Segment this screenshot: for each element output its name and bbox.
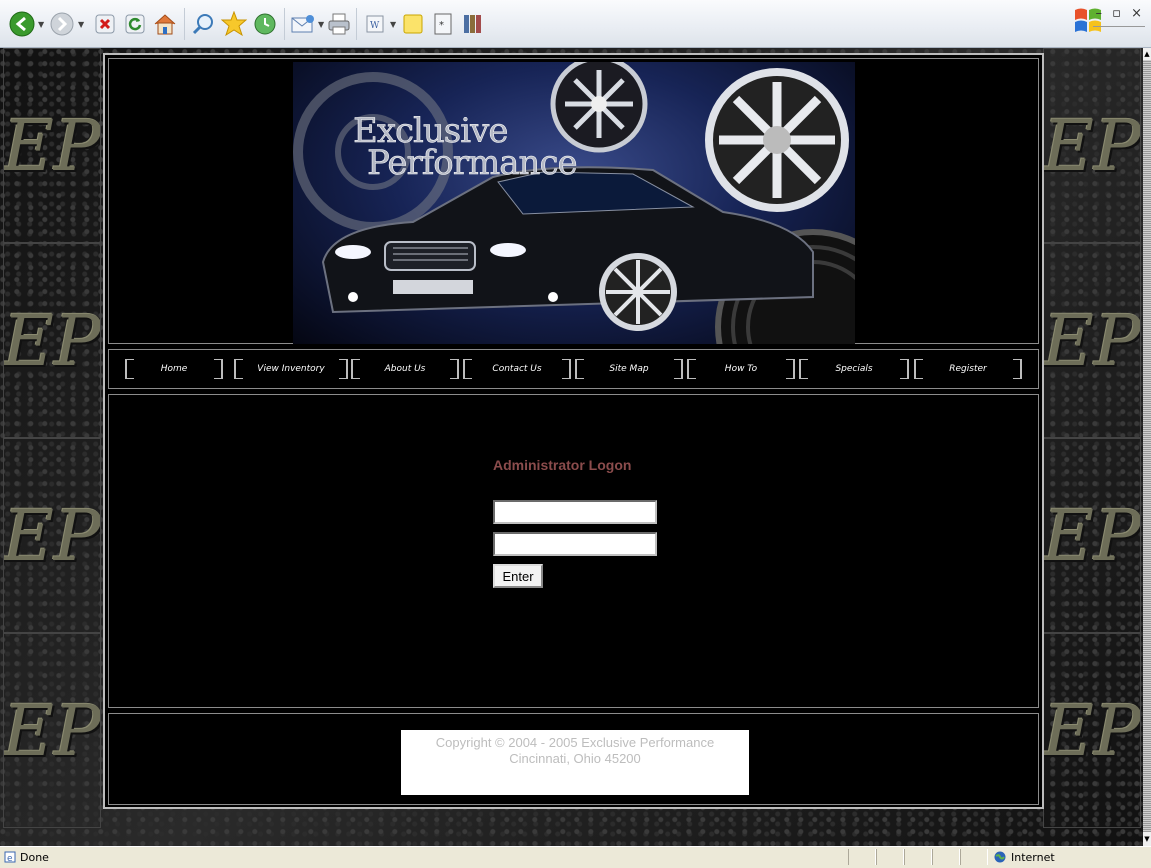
window-controls[interactable]: – ▫ × (1096, 6, 1145, 21)
stop-button[interactable] (92, 10, 118, 38)
status-pane (960, 849, 988, 865)
ie-toolbar: ▼ ▼ ▼ W ▼ * – ▫ × (0, 0, 1151, 48)
banner-image: Exclusive Performance (293, 62, 855, 344)
nav-how-to-label: How To (724, 364, 758, 374)
footer-panel: Copyright © 2004 - 2005 Exclusive Perfor… (108, 713, 1039, 805)
nav-about-us[interactable]: About Us (351, 359, 459, 379)
search-button[interactable] (190, 10, 216, 38)
page-viewport: EP EP EP EP EP EP EP EP Exclusive Perfor… (0, 48, 1143, 846)
favorites-icon (221, 11, 247, 37)
scroll-down-icon[interactable]: ▼ (1143, 832, 1151, 846)
nav-how-to[interactable]: How To (687, 359, 795, 379)
nav-register[interactable]: Register (914, 359, 1022, 379)
nav-about-us-label: About Us (384, 364, 426, 374)
toolbar-divider (1093, 26, 1145, 27)
page-done-icon: e (4, 851, 16, 863)
banner-logo-line2: Performance (367, 143, 577, 183)
research-button[interactable]: * (430, 10, 456, 38)
status-pane (904, 849, 932, 865)
back-icon (9, 11, 35, 37)
mail-button[interactable] (290, 10, 316, 38)
ep-background-tile: EP (1043, 48, 1141, 243)
vertical-scrollbar[interactable] (1143, 48, 1151, 846)
status-pane (932, 849, 960, 865)
copyright-text: Copyright © 2004 - 2005 Exclusive Perfor… (435, 735, 715, 750)
nav-specials-label: Specials (835, 364, 873, 374)
print-button[interactable] (326, 10, 352, 38)
edit-button[interactable]: W (362, 10, 388, 38)
notes-icon (403, 14, 423, 34)
svg-text:W: W (370, 21, 380, 31)
nav-contact-us-label: Contact Us (492, 364, 542, 374)
toolbar-separator (356, 8, 357, 40)
forward-icon (50, 12, 74, 36)
print-icon (328, 13, 350, 35)
history-button[interactable] (252, 10, 278, 38)
nav-view-inventory-label: View Inventory (257, 364, 325, 374)
forward-dropdown-icon[interactable]: ▼ (78, 21, 84, 29)
ep-background-tile: EP (1043, 243, 1141, 438)
mail-icon (291, 15, 314, 33)
nav-contact-us[interactable]: Contact Us (463, 359, 571, 379)
nav-site-map[interactable]: Site Map (575, 359, 683, 379)
mail-dropdown-icon[interactable]: ▼ (318, 21, 324, 29)
edit-dropdown-icon[interactable]: ▼ (390, 21, 396, 29)
toolbar-separator (284, 8, 285, 40)
ep-background-tile: EP (3, 48, 101, 243)
search-icon (192, 14, 213, 35)
enter-button[interactable]: Enter (493, 564, 543, 588)
security-zone-label: Internet (1011, 851, 1055, 864)
notes-button[interactable] (400, 10, 426, 38)
back-button[interactable] (8, 10, 36, 38)
edit-icon: W (366, 15, 384, 33)
history-icon (254, 13, 276, 35)
banner-panel: Exclusive Performance (108, 58, 1039, 344)
back-dropdown-icon[interactable]: ▼ (38, 21, 44, 29)
home-icon (154, 14, 176, 35)
ep-background-tile: EP (3, 243, 101, 438)
status-pane (876, 849, 904, 865)
main-frame: Exclusive Performance Home View Inventor… (103, 53, 1044, 809)
scroll-up-icon[interactable]: ▲ (1143, 48, 1151, 60)
username-field[interactable] (493, 500, 657, 524)
toolbar-separator (184, 8, 185, 40)
forward-button[interactable] (48, 10, 76, 38)
copyright-box: Copyright © 2004 - 2005 Exclusive Perfor… (401, 730, 749, 795)
password-field[interactable] (493, 532, 657, 556)
ep-background-tile: EP (3, 438, 101, 633)
messenger-button[interactable] (460, 10, 486, 38)
page-title: Administrator Logon (493, 457, 632, 473)
messenger-icon (464, 15, 481, 33)
nav-site-map-label: Site Map (609, 364, 649, 374)
stop-icon (95, 14, 115, 34)
ep-background-tile: EP (1043, 633, 1141, 828)
nav-bar: Home View Inventory About Us Contact Us … (108, 349, 1039, 389)
nav-home-label: Home (160, 364, 188, 374)
ep-background-tile: EP (3, 633, 101, 828)
content-panel: Administrator Logon Enter (108, 394, 1039, 708)
research-icon: * (434, 13, 452, 35)
nav-home[interactable]: Home (125, 359, 223, 379)
svg-text:*: * (439, 20, 444, 31)
favorites-button[interactable] (220, 10, 248, 38)
status-text: Done (20, 851, 49, 864)
refresh-button[interactable] (122, 10, 148, 38)
svg-text:e: e (7, 854, 13, 863)
internet-zone-icon (994, 851, 1006, 863)
status-pane (848, 849, 876, 865)
home-button[interactable] (152, 10, 178, 38)
nav-view-inventory[interactable]: View Inventory (234, 359, 348, 379)
car-and-wheels-illustration: Exclusive Performance (293, 62, 855, 344)
status-bar: e Done Internet (0, 846, 1151, 868)
nav-register-label: Register (949, 364, 987, 374)
ep-background-tile: EP (1043, 438, 1141, 633)
address-text: Cincinnati, Ohio 45200 (509, 751, 641, 766)
refresh-icon (125, 14, 145, 34)
nav-specials[interactable]: Specials (799, 359, 909, 379)
